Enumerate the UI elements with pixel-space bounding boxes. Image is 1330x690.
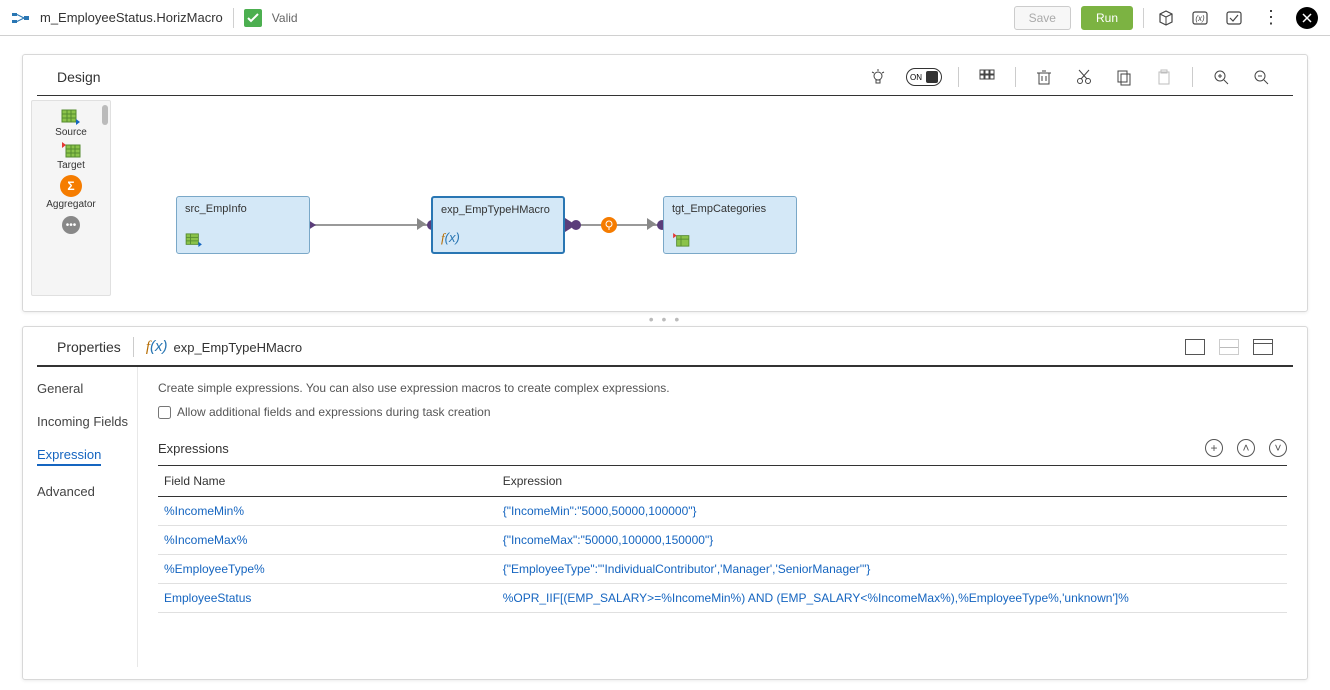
col-expression: Expression (497, 466, 1287, 497)
table-row[interactable]: %IncomeMin%{"IncomeMin":"5000,50000,1000… (158, 497, 1287, 526)
node-target[interactable]: tgt_EmpCategories (663, 196, 797, 254)
link-arrowhead-icon (647, 218, 656, 230)
properties-object-name: exp_EmpTypeHMacro (173, 340, 302, 355)
cut-icon[interactable] (1072, 65, 1096, 89)
link-arrowhead-icon (417, 218, 426, 230)
table-row[interactable]: %EmployeeType%{"EmployeeType":"'Individu… (158, 555, 1287, 584)
palette-aggregator-label: Aggregator (46, 199, 95, 210)
zoom-out-icon[interactable] (1249, 65, 1273, 89)
design-title: Design (57, 69, 101, 85)
palette-target[interactable]: Target (57, 142, 85, 171)
mapping-icon (12, 11, 30, 25)
node-expression-label: exp_EmpTypeHMacro (441, 204, 555, 216)
valid-check-icon (244, 9, 262, 27)
layout-split-icon[interactable] (1219, 339, 1239, 355)
cell-expr: {"IncomeMin":"5000,50000,100000"} (497, 497, 1287, 526)
palette-source[interactable]: Source (55, 109, 87, 138)
allow-additional-label: Allow additional fields and expressions … (177, 405, 491, 419)
divider (233, 8, 234, 28)
palette-scrollbar[interactable] (102, 105, 108, 125)
toggle-on[interactable]: ON (906, 68, 942, 86)
top-bar: m_EmployeeStatus.HorizMacro Valid Save R… (0, 0, 1330, 36)
cell-field: %EmployeeType% (158, 555, 497, 584)
close-button[interactable] (1296, 7, 1318, 29)
properties-panel: Properties f(x) exp_EmpTypeHMacro Genera… (22, 326, 1308, 680)
tab-expression[interactable]: Expression (37, 447, 101, 466)
properties-tabs: General Incoming Fields Expression Advan… (23, 367, 138, 667)
expressions-section-title: Expressions (158, 441, 229, 456)
node-expression[interactable]: exp_EmpTypeHMacro f(x) (431, 196, 565, 254)
target-icon (672, 233, 690, 247)
zoom-in-icon[interactable] (1209, 65, 1233, 89)
copy-icon[interactable] (1112, 65, 1136, 89)
link-endpoint-icon (571, 220, 581, 230)
run-button[interactable]: Run (1081, 6, 1133, 30)
expression-hint: Create simple expressions. You can also … (158, 381, 1287, 395)
panel-splitter[interactable]: • • • (22, 312, 1308, 326)
cell-expr: {"EmployeeType":"'IndividualContributor'… (497, 555, 1287, 584)
cell-field: %IncomeMax% (158, 526, 497, 555)
design-panel: Design ON Source (22, 54, 1308, 312)
layout-full-icon[interactable] (1253, 339, 1273, 355)
transformation-palette: Source Target Σ Aggregator ••• (31, 100, 111, 296)
cell-field: %IncomeMin% (158, 497, 497, 526)
design-canvas[interactable]: src_EmpInfo exp_EmpTypeHMacro f(x) tgt_E… (111, 96, 1307, 296)
node-source[interactable]: src_EmpInfo (176, 196, 310, 254)
kebab-menu[interactable]: ⋮ (1256, 7, 1286, 28)
node-target-label: tgt_EmpCategories (672, 203, 788, 215)
cell-expr: {"IncomeMax":"50000,100000,150000"} (497, 526, 1287, 555)
allow-additional-input[interactable] (158, 406, 171, 419)
validate-icon[interactable] (1222, 6, 1246, 30)
allow-additional-checkbox[interactable]: Allow additional fields and expressions … (158, 405, 1287, 419)
link (311, 224, 431, 226)
grid-icon[interactable] (975, 65, 999, 89)
node-source-label: src_EmpInfo (185, 203, 301, 215)
tab-incoming-fields[interactable]: Incoming Fields (37, 414, 137, 429)
col-field-name: Field Name (158, 466, 497, 497)
valid-label: Valid (272, 11, 298, 25)
move-up-icon[interactable]: ˄ (1237, 439, 1255, 457)
palette-more-icon[interactable]: ••• (62, 216, 80, 234)
source-icon (185, 233, 203, 247)
table-row[interactable]: %IncomeMax%{"IncomeMax":"50000,100000,15… (158, 526, 1287, 555)
toggle-label: ON (910, 73, 922, 82)
palette-target-label: Target (57, 160, 85, 171)
fx-icon: f(x) (441, 230, 460, 246)
cell-field: EmployeeStatus (158, 584, 497, 613)
add-expression-icon[interactable]: + (1205, 439, 1223, 457)
page-title: m_EmployeeStatus.HorizMacro (40, 10, 223, 25)
lightbulb-icon[interactable] (866, 65, 890, 89)
expressions-table: Field Name Expression %IncomeMin%{"Incom… (158, 465, 1287, 613)
properties-title: Properties (57, 339, 121, 355)
save-button[interactable]: Save (1014, 6, 1071, 30)
move-down-icon[interactable]: ˅ (1269, 439, 1287, 457)
table-row[interactable]: EmployeeStatus%OPR_IIF[(EMP_SALARY>=%Inc… (158, 584, 1287, 613)
fx-icon: f(x) (146, 338, 168, 356)
cube-icon[interactable] (1154, 6, 1178, 30)
paste-icon[interactable] (1152, 65, 1176, 89)
layout-single-icon[interactable] (1185, 339, 1205, 355)
divider (1143, 8, 1144, 28)
palette-source-label: Source (55, 127, 87, 138)
tab-general[interactable]: General (37, 381, 137, 396)
sigma-icon: Σ (60, 175, 82, 197)
palette-aggregator[interactable]: Σ Aggregator (46, 175, 95, 210)
variable-icon[interactable]: (x) (1188, 6, 1212, 30)
warning-badge-icon[interactable] (601, 217, 617, 233)
trash-icon[interactable] (1032, 65, 1056, 89)
svg-text:(x): (x) (1195, 14, 1205, 23)
tab-advanced[interactable]: Advanced (37, 484, 137, 499)
cell-expr: %OPR_IIF[(EMP_SALARY>=%IncomeMin%) AND (… (497, 584, 1287, 613)
